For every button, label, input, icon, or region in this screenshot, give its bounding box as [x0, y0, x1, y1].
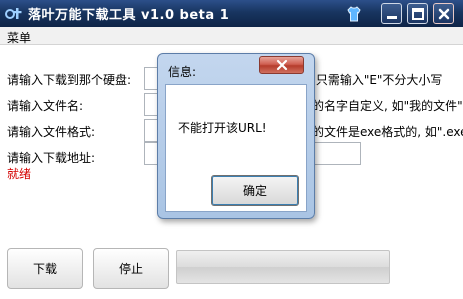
title-bar[interactable]: 落叶万能下载工具 v1.0 beta 1: [0, 0, 463, 27]
dialog-message: 不能打开该URL!: [178, 121, 267, 135]
drive-hint: ,只需输入"E"不分大小写: [312, 73, 443, 87]
window-title: 落叶万能下载工具 v1.0 beta 1: [28, 8, 230, 23]
dialog-body: 不能打开该URL! 确定: [165, 84, 307, 212]
close-button[interactable]: [433, 3, 454, 24]
url-label: 请输入下载地址:: [7, 151, 96, 165]
download-button[interactable]: 下载: [7, 248, 83, 289]
ok-button[interactable]: 确定: [211, 175, 299, 206]
format-label: 请输入文件格式:: [7, 125, 96, 139]
status-text: 就绪: [7, 167, 32, 181]
minimize-icon: [387, 16, 397, 19]
format-hint: 的文件是exe格式的, 如".exe": [312, 125, 463, 139]
drive-label: 请输入下载到那个硬盘:: [7, 73, 132, 87]
menu-item-main[interactable]: 菜单: [7, 29, 31, 46]
close-icon: [438, 8, 450, 20]
minimize-button[interactable]: [381, 3, 402, 24]
dialog-title: 信息:: [168, 65, 197, 79]
stop-button[interactable]: 停止: [93, 248, 169, 289]
close-icon: [276, 59, 288, 71]
shirt-icon[interactable]: [346, 5, 362, 23]
maximize-button[interactable]: [407, 3, 428, 24]
message-dialog: 信息: 不能打开该URL! 确定: [157, 53, 315, 219]
filename-hint: 的名字自定义, 如"我的文件": [312, 99, 463, 113]
progress-bar: [176, 250, 390, 284]
menu-bar: 菜单: [0, 27, 463, 45]
maximize-icon: [412, 8, 424, 20]
app-logo-icon: [4, 4, 26, 22]
dialog-close-button[interactable]: [259, 56, 304, 74]
filename-label: 请输入文件名:: [7, 99, 84, 113]
